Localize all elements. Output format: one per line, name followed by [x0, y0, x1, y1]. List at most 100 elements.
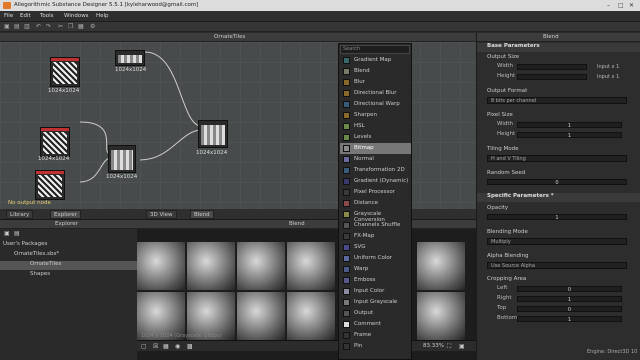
graph-node[interactable]: [115, 50, 145, 66]
menu-file[interactable]: File: [4, 13, 13, 19]
output-format-dropdown[interactable]: 8 bits per channel: [487, 97, 627, 104]
open-file-icon[interactable]: ▤: [14, 23, 20, 30]
context-menu-item[interactable]: FX-Map: [340, 231, 411, 242]
context-menu-item[interactable]: HSL: [340, 121, 411, 132]
node-type-icon: [343, 222, 350, 229]
crop-left-slider[interactable]: 0: [517, 286, 622, 293]
context-menu-item[interactable]: Distance: [340, 198, 411, 209]
new-package-icon[interactable]: ▣: [4, 230, 10, 237]
tab-explorer[interactable]: Explorer: [50, 210, 81, 219]
channel-icon[interactable]: ▢: [141, 343, 147, 350]
context-menu-item[interactable]: SVG: [340, 242, 411, 253]
node-type-icon: [343, 266, 350, 273]
settings-icon[interactable]: ⚙: [90, 23, 95, 30]
random-seed-value: 0: [555, 180, 559, 186]
zoom-level[interactable]: 83.33%: [423, 343, 444, 349]
context-search-input[interactable]: Search: [340, 45, 410, 54]
pixel-height-slider[interactable]: 1: [517, 132, 622, 139]
fit-icon[interactable]: ⛶: [447, 343, 451, 351]
package-item[interactable]: OrnateTiles.sbs*: [0, 251, 137, 260]
context-menu-item[interactable]: Normal: [340, 154, 411, 165]
context-menu-item-label: HSL: [354, 123, 365, 129]
menu-windows[interactable]: Windows: [64, 13, 89, 19]
paste-icon[interactable]: ▦: [78, 23, 84, 30]
context-menu-item-label: SVG: [354, 244, 366, 250]
cut-icon[interactable]: ✂: [58, 23, 63, 30]
graph-node[interactable]: [198, 120, 228, 148]
context-menu-item[interactable]: Levels: [340, 132, 411, 143]
tab-blend[interactable]: Blend: [190, 210, 214, 219]
context-menu-item[interactable]: Input Color: [340, 286, 411, 297]
menu-help[interactable]: Help: [96, 13, 109, 19]
menu-bar: File Edit Tools Windows Help: [0, 11, 640, 22]
base-parameters-section[interactable]: Base Parameters: [477, 43, 640, 52]
crop-bottom-value: 1: [567, 317, 572, 323]
undo-icon[interactable]: ↶: [36, 23, 41, 30]
graph-item[interactable]: OrnateTiles: [0, 261, 137, 270]
node-type-icon: [343, 57, 350, 64]
height-suffix: Input x 1: [597, 74, 620, 80]
width-slider[interactable]: [517, 64, 587, 70]
context-menu-item[interactable]: Pin: [340, 341, 411, 352]
context-menu-item[interactable]: Warp: [340, 264, 411, 275]
graph-node[interactable]: [50, 57, 80, 87]
context-menu-item[interactable]: Pixel Processor: [340, 187, 411, 198]
menu-edit[interactable]: Edit: [20, 13, 31, 19]
context-menu-item[interactable]: Gradient (Dynamic): [340, 176, 411, 187]
new-file-icon[interactable]: ▣: [4, 23, 10, 30]
random-seed-slider[interactable]: 0: [487, 179, 627, 186]
context-menu-item[interactable]: Blend: [340, 66, 411, 77]
histogram-icon[interactable]: ▩: [187, 343, 193, 350]
blending-mode-dropdown[interactable]: Multiply: [487, 238, 627, 245]
context-menu-item[interactable]: Transformation 2D: [340, 165, 411, 176]
output-size-label: Output Size: [487, 54, 520, 60]
context-menu-item[interactable]: Channels Shuffle: [340, 220, 411, 231]
open-package-icon[interactable]: ▤: [14, 230, 20, 237]
graph-node[interactable]: [40, 127, 70, 157]
tab-3d-view[interactable]: 3D View: [146, 210, 177, 219]
copy-icon[interactable]: ❐: [68, 23, 73, 30]
crop-right-slider[interactable]: 1: [517, 296, 622, 303]
context-menu-item[interactable]: Directional Warp: [340, 99, 411, 110]
close-icon[interactable]: ✕: [629, 2, 634, 9]
context-menu-item-label: Comment: [354, 321, 381, 327]
add-node-context-menu: Search Gradient Map Blend Blur Directional …: [338, 43, 412, 360]
tiling-icon[interactable]: ▦: [163, 343, 169, 350]
specific-parameters-section[interactable]: Specific Parameters *: [477, 193, 640, 202]
context-menu-item[interactable]: Emboss: [340, 275, 411, 286]
tab-library[interactable]: Library: [6, 210, 34, 219]
context-menu-item[interactable]: Sharpen: [340, 110, 411, 121]
alpha-blending-dropdown[interactable]: Use Source Alpha: [487, 262, 627, 269]
maximize-icon[interactable]: □: [618, 2, 624, 9]
alpha-icon[interactable]: ☒: [153, 343, 158, 350]
crop-bottom-slider[interactable]: 1: [517, 316, 622, 323]
context-menu-item[interactable]: Comment: [340, 319, 411, 330]
tiling-mode-dropdown[interactable]: H and V Tiling: [487, 155, 627, 162]
context-menu-item[interactable]: Grayscale Conversion: [340, 209, 411, 223]
opacity-slider[interactable]: 1: [487, 214, 627, 221]
height-slider[interactable]: [517, 74, 587, 80]
context-menu-item[interactable]: Blur: [340, 77, 411, 88]
save-icon[interactable]: ▥: [24, 23, 30, 30]
context-menu-item-label: FX-Map: [354, 233, 375, 239]
context-menu-item[interactable]: Uniform Color: [340, 253, 411, 264]
blending-mode-label: Blending Mode: [487, 229, 528, 235]
context-menu-item[interactable]: Gradient Map: [340, 55, 411, 66]
crop-top-label: Top: [497, 305, 507, 311]
one-to-one-icon[interactable]: ▣: [459, 343, 465, 350]
menu-tools[interactable]: Tools: [40, 13, 54, 19]
context-menu-item[interactable]: Output: [340, 308, 411, 319]
context-menu-item[interactable]: Frame: [340, 330, 411, 341]
context-menu-item[interactable]: Bitmap: [340, 143, 411, 154]
graph-node[interactable]: [35, 170, 65, 200]
folder-item[interactable]: Shapes: [0, 271, 137, 280]
context-menu-item[interactable]: Directional Blur: [340, 88, 411, 99]
minimize-icon[interactable]: –: [607, 2, 610, 9]
redo-icon[interactable]: ↷: [46, 23, 51, 30]
crop-top-slider[interactable]: 0: [517, 306, 622, 313]
color-icon[interactable]: ◉: [175, 343, 180, 350]
context-menu-item[interactable]: Input Grayscale: [340, 297, 411, 308]
2d-viewer[interactable]: Blend 1024 x 1024 (Grayscale, 16bpc): [137, 220, 476, 360]
graph-node[interactable]: [108, 145, 136, 173]
pixel-width-slider[interactable]: 1: [517, 122, 622, 129]
